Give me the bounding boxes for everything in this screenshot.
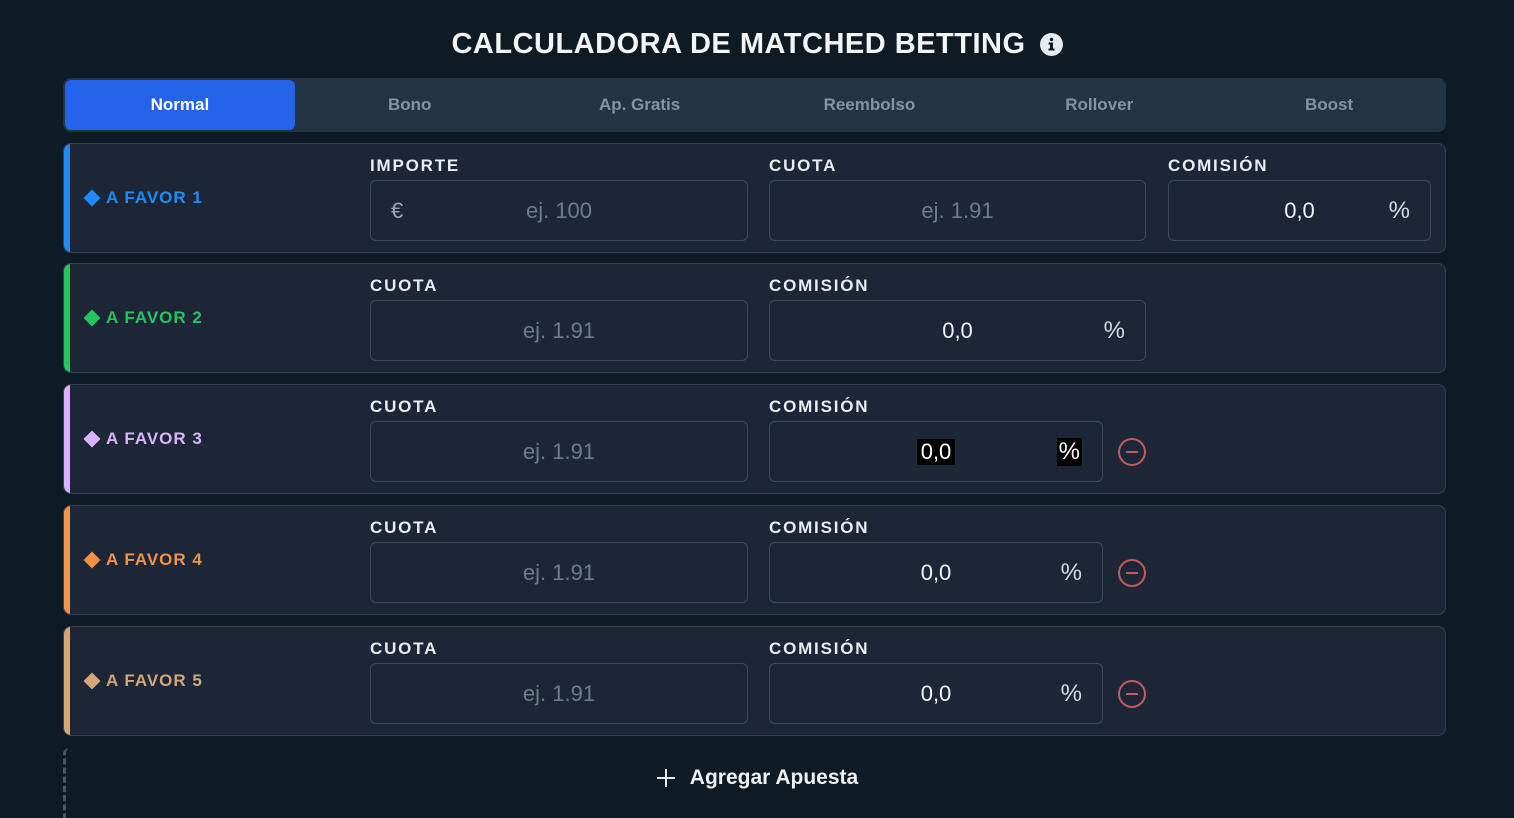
info-icon[interactable]: [1039, 32, 1063, 56]
bet-label: A FAVOR 2: [83, 264, 203, 372]
bet-label-text: A FAVOR 2: [106, 308, 203, 327]
bet-card-1: A FAVOR 1 IMPORTE € ej. 100 CUOTA ej. 1.…: [63, 143, 1446, 253]
bet-label: A FAVOR 5: [83, 627, 203, 735]
comision-value: 0,0: [1284, 197, 1315, 223]
cuota-label: CUOTA: [370, 518, 439, 537]
card-accent: [64, 144, 70, 252]
comision-label: COMISIÓN: [769, 397, 870, 416]
bet-label-text: A FAVOR 4: [106, 550, 203, 569]
cuota-label: CUOTA: [370, 276, 439, 295]
comision-value: 0,0: [920, 559, 952, 585]
tab-normal[interactable]: Normal: [65, 80, 295, 130]
cuota-placeholder: ej. 1.91: [522, 680, 596, 706]
percent-icon: %: [1060, 679, 1082, 707]
tab-reembolso[interactable]: Reembolso: [754, 80, 984, 130]
percent-icon: %: [1060, 558, 1082, 586]
tab-bono[interactable]: Bono: [295, 80, 525, 130]
euro-icon: €: [391, 197, 404, 223]
cuota-input[interactable]: ej. 1.91: [370, 300, 748, 361]
diamond-icon: [83, 551, 101, 569]
diamond-icon: [83, 189, 101, 207]
cuota-placeholder: ej. 1.91: [522, 438, 596, 464]
bet-label: A FAVOR 1: [83, 144, 203, 252]
comision-label: COMISIÓN: [769, 276, 870, 295]
cuota-label: CUOTA: [370, 639, 439, 658]
bet-label-text: A FAVOR 5: [106, 671, 203, 690]
card-accent: [64, 264, 70, 372]
comision-value: 0,0: [916, 438, 956, 465]
header: CALCULADORA DE MATCHED BETTING: [0, 24, 1514, 64]
page-title: CALCULADORA DE MATCHED BETTING: [451, 27, 1026, 60]
importe-input[interactable]: € ej. 100: [370, 180, 748, 241]
remove-bet-icon[interactable]: [1118, 680, 1146, 708]
bet-card-5: A FAVOR 5 CUOTA ej. 1.91 COMISIÓN 0,0 %: [63, 626, 1446, 736]
importe-label: IMPORTE: [370, 156, 461, 175]
tab-boost[interactable]: Boost: [1214, 80, 1444, 130]
plus-icon: [656, 769, 675, 787]
percent-icon: %: [1103, 316, 1125, 344]
percent-icon: %: [1056, 437, 1082, 466]
comision-label: COMISIÓN: [1168, 156, 1269, 175]
add-bet-label: Agregar Apuesta: [689, 766, 859, 789]
comision-input[interactable]: 0,0 %: [1168, 180, 1431, 241]
cuota-placeholder: ej. 1.91: [921, 197, 994, 223]
diamond-icon: [83, 672, 101, 690]
bet-label-text: A FAVOR 1: [106, 188, 203, 207]
cuota-label: CUOTA: [769, 156, 838, 175]
comision-input[interactable]: 0,0 %: [769, 300, 1146, 361]
comision-input[interactable]: 0,0 %: [769, 542, 1103, 603]
cuota-input[interactable]: ej. 1.91: [769, 180, 1146, 241]
importe-placeholder: ej. 100: [525, 197, 593, 223]
comision-value: 0,0: [920, 680, 952, 706]
cuota-placeholder: ej. 1.91: [522, 559, 596, 585]
comision-label: COMISIÓN: [769, 518, 870, 537]
tab-ap-gratis[interactable]: Ap. Gratis: [525, 80, 755, 130]
card-accent: [64, 627, 70, 735]
remove-bet-icon[interactable]: [1118, 559, 1146, 587]
diamond-icon: [83, 309, 101, 327]
bet-label-text: A FAVOR 3: [106, 429, 203, 448]
card-accent: [64, 385, 70, 493]
comision-input[interactable]: 0,0 %: [769, 663, 1103, 724]
mode-tabs: Normal Bono Ap. Gratis Reembolso Rollove…: [63, 78, 1446, 132]
cuota-input[interactable]: ej. 1.91: [370, 542, 748, 603]
add-bet-button[interactable]: Agregar Apuesta: [0, 758, 1514, 798]
remove-bet-icon[interactable]: [1118, 438, 1146, 466]
cuota-placeholder: ej. 1.91: [522, 317, 596, 343]
bet-card-2: A FAVOR 2 CUOTA ej. 1.91 COMISIÓN 0,0 %: [63, 263, 1446, 373]
comision-value: 0,0: [942, 317, 973, 343]
tab-rollover[interactable]: Rollover: [984, 80, 1214, 130]
comision-input[interactable]: 0,0 %: [769, 421, 1103, 482]
cuota-input[interactable]: ej. 1.91: [370, 663, 748, 724]
bet-card-4: A FAVOR 4 CUOTA ej. 1.91 COMISIÓN 0,0 %: [63, 505, 1446, 615]
diamond-icon: [83, 430, 101, 448]
bet-label: A FAVOR 3: [83, 385, 203, 493]
bet-label: A FAVOR 4: [83, 506, 203, 614]
bet-card-3: A FAVOR 3 CUOTA ej. 1.91 COMISIÓN 0,0 %: [63, 384, 1446, 494]
percent-icon: %: [1388, 196, 1410, 224]
card-accent: [64, 506, 70, 614]
comision-label: COMISIÓN: [769, 639, 870, 658]
cuota-label: CUOTA: [370, 397, 439, 416]
cuota-input[interactable]: ej. 1.91: [370, 421, 748, 482]
